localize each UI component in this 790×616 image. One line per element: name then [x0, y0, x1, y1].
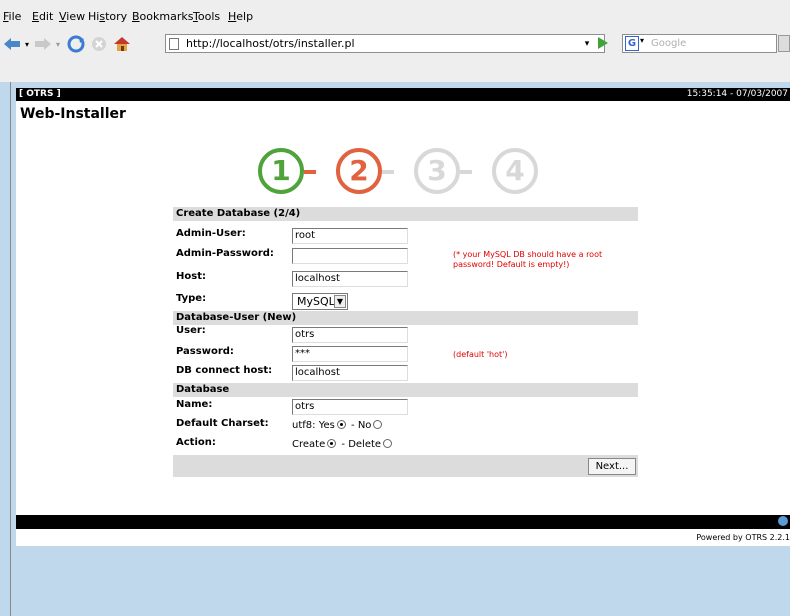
search-input[interactable]: G ▾ Google	[622, 34, 777, 53]
charset-label: Default Charset:	[176, 418, 269, 429]
footer-bar	[16, 515, 790, 529]
url-dropdown-icon[interactable]: ▾	[580, 37, 594, 51]
step-connector	[460, 170, 472, 174]
search-engine-dropdown-icon[interactable]: ▾	[640, 36, 644, 45]
stop-icon[interactable]	[89, 35, 109, 53]
action-delete-radio[interactable]	[383, 439, 393, 448]
action-create-radio[interactable]	[327, 439, 337, 448]
step-connector	[304, 170, 316, 174]
google-icon[interactable]: G	[625, 36, 639, 51]
search-placeholder: Google	[651, 38, 687, 49]
db-connect-host-label: DB connect host:	[176, 365, 273, 376]
host-field[interactable]: localhost	[292, 271, 408, 287]
host-label: Host:	[176, 271, 206, 282]
powered-by-link[interactable]: Powered by OTRS 2.2.1	[696, 533, 790, 543]
admin-user-label: Admin-User:	[176, 228, 246, 239]
admin-password-field[interactable]	[292, 248, 408, 264]
page-title: Web-Installer	[20, 106, 126, 122]
menu-bookmarks[interactable]: Bookmarks	[132, 11, 193, 23]
password-hint: (default 'hot')	[453, 350, 508, 359]
home-icon[interactable]	[112, 35, 132, 53]
step-3: 3	[414, 148, 460, 194]
action-delete-label: - Delete	[341, 439, 382, 450]
section-create-database: Create Database (2/4)	[173, 207, 638, 221]
url-text: http://localhost/otrs/installer.pl	[186, 37, 355, 50]
password-label: Password:	[176, 346, 234, 357]
action-create-label: Create	[292, 439, 326, 450]
step-1: 1	[258, 148, 304, 194]
menu-view[interactable]: View	[59, 11, 85, 23]
menu-tools[interactable]: Tools	[193, 11, 220, 23]
title-area: Web-Installer	[16, 101, 790, 139]
form-button-bar: Next...	[173, 455, 638, 477]
admin-user-field[interactable]: root	[292, 228, 408, 244]
menu-history[interactable]: History	[88, 11, 127, 23]
action-options: Create - Delete	[292, 439, 394, 451]
step-4: 4	[492, 148, 538, 194]
step-indicator: 1 2 3 4	[236, 148, 556, 198]
user-label: User:	[176, 325, 206, 336]
section-database-user: Database-User (New)	[173, 311, 638, 325]
step-connector	[382, 170, 394, 174]
menu-file[interactable]: File	[3, 11, 21, 23]
admin-password-label: Admin-Password:	[176, 248, 274, 259]
menu-help[interactable]: Help	[228, 11, 253, 23]
charset-yes-radio[interactable]	[336, 420, 346, 429]
forward-dropdown-icon[interactable]: ▾	[53, 35, 63, 53]
menu-bar: File Edit View History Bookmarks Tools H…	[0, 0, 790, 23]
url-field[interactable]: http://localhost/otrs/installer.pl	[165, 34, 605, 53]
back-dropdown-icon[interactable]: ▾	[22, 35, 32, 53]
admin-password-hint: (* your MySQL DB should have a root pass…	[453, 250, 603, 269]
step-2: 2	[336, 148, 382, 194]
charset-no-label: - No	[351, 420, 372, 431]
charset-no-radio[interactable]	[373, 420, 383, 429]
header-timestamp: 15:35:14 - 07/03/2007	[686, 89, 788, 99]
type-select[interactable]: MySQL ▼	[292, 293, 348, 310]
type-select-value: MySQL	[297, 295, 335, 308]
reload-icon[interactable]	[66, 35, 86, 53]
menu-edit[interactable]: Edit	[32, 11, 53, 23]
db-connect-host-field[interactable]: localhost	[292, 365, 408, 381]
installer-form: Create Database (2/4) Admin-User: root A…	[173, 207, 638, 477]
forward-icon[interactable]	[33, 35, 53, 53]
user-field[interactable]: otrs	[292, 327, 408, 343]
chevron-down-icon: ▼	[334, 295, 346, 308]
charset-options: utf8: Yes - No	[292, 420, 384, 432]
search-icon[interactable]	[778, 35, 790, 52]
go-icon[interactable]	[596, 35, 610, 51]
footer-area: Powered by OTRS 2.2.1	[16, 529, 790, 546]
section-database: Database	[173, 383, 638, 397]
next-button[interactable]: Next...	[588, 458, 636, 475]
otrs-header-bar: [ OTRS ] 15:35:14 - 07/03/2007	[16, 88, 790, 101]
name-label: Name:	[176, 399, 213, 410]
top-arrow-icon[interactable]	[778, 516, 788, 526]
password-field[interactable]: ***	[292, 346, 408, 362]
name-field[interactable]: otrs	[292, 399, 408, 415]
charset-yes-label: utf8: Yes	[292, 420, 335, 431]
otrs-brand: [ OTRS ]	[19, 89, 61, 99]
back-icon[interactable]	[2, 35, 22, 53]
action-label: Action:	[176, 437, 216, 448]
page-icon	[169, 38, 179, 50]
type-label: Type:	[176, 293, 207, 304]
